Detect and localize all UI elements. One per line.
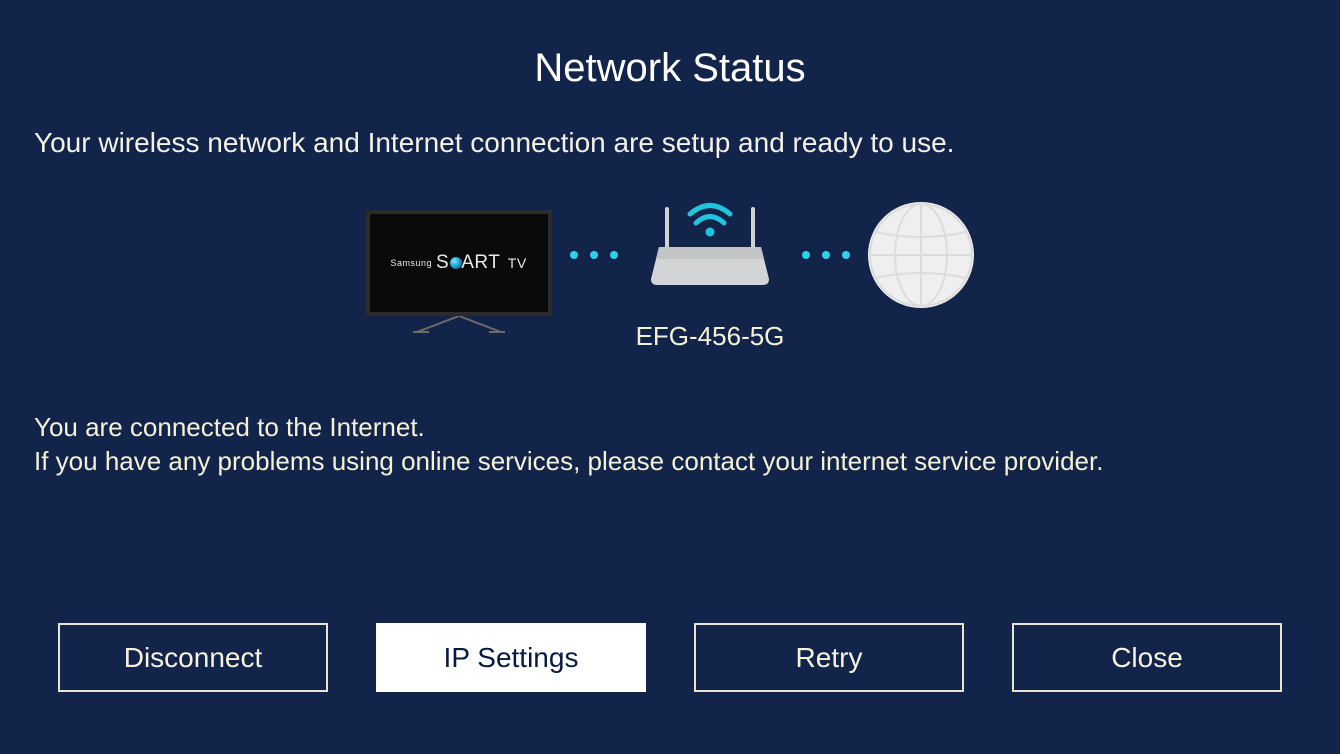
- network-name-label: EFG-456-5G: [636, 321, 785, 352]
- status-line-1: You are connected to the Internet.: [34, 410, 1340, 444]
- close-button[interactable]: Close: [1012, 623, 1282, 692]
- status-message: You are connected to the Internet. If yo…: [0, 352, 1340, 479]
- connection-diagram: Samsung SART TV: [0, 191, 1340, 352]
- ip-settings-button[interactable]: IP Settings: [376, 623, 646, 692]
- status-subtitle: Your wireless network and Internet conne…: [0, 91, 1340, 159]
- disconnect-button[interactable]: Disconnect: [58, 623, 328, 692]
- tv-brand-label: Samsung: [390, 258, 432, 268]
- connection-dots-2: [798, 251, 854, 293]
- wifi-icon: [690, 206, 730, 237]
- tv-model-label: SART TV: [436, 252, 527, 274]
- connection-dots-1: [566, 251, 622, 293]
- button-row: Disconnect IP Settings Retry Close: [0, 623, 1340, 692]
- status-line-2: If you have any problems using online se…: [34, 444, 1340, 478]
- retry-button[interactable]: Retry: [694, 623, 964, 692]
- globe-icon: [868, 202, 974, 308]
- tv-icon: Samsung SART TV: [366, 210, 552, 334]
- router-icon: EFG-456-5G: [636, 191, 785, 352]
- page-title: Network Status: [0, 0, 1340, 91]
